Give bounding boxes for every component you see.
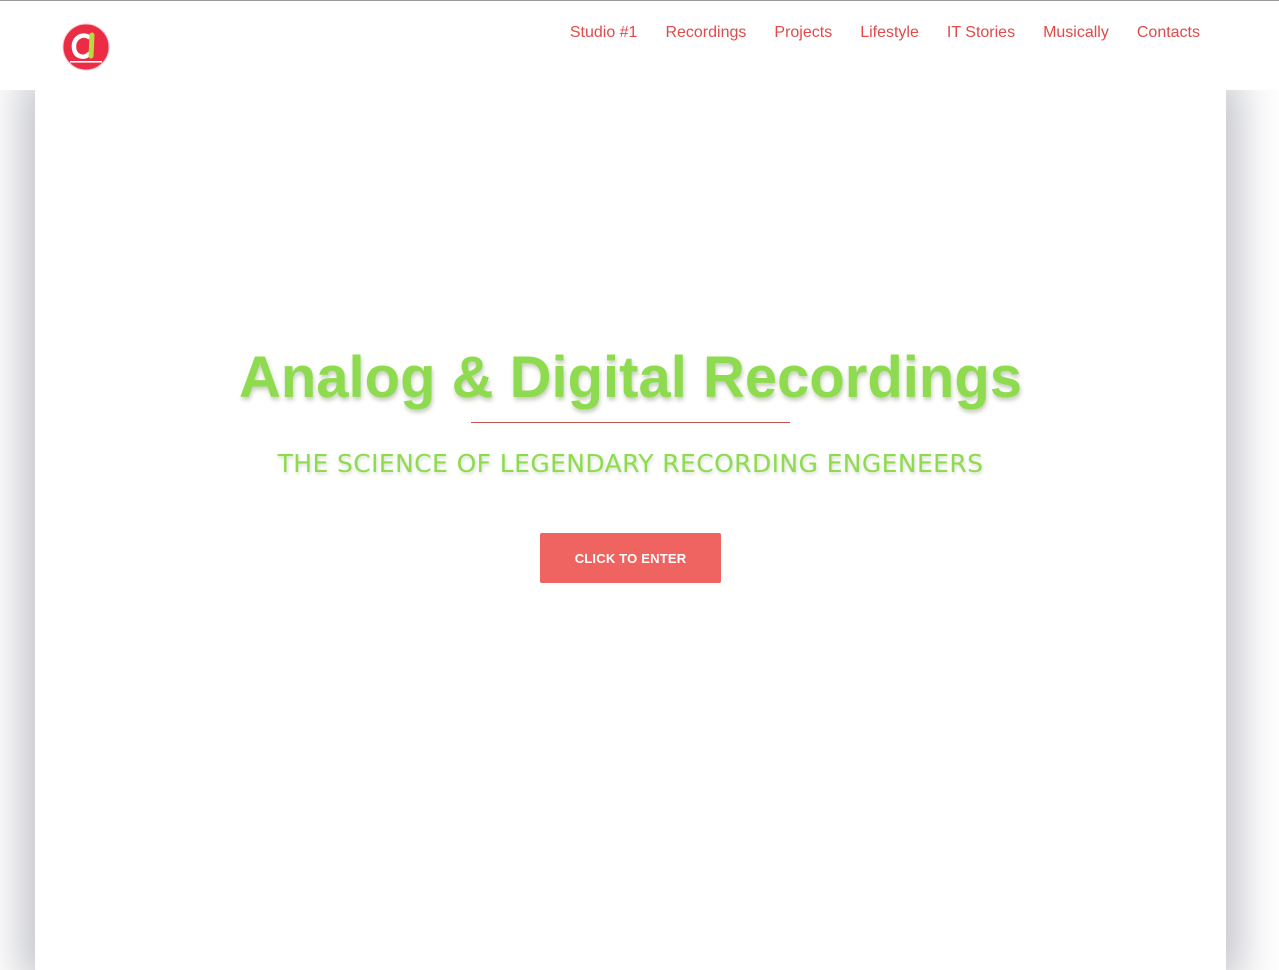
hero-divider: [471, 422, 790, 423]
main-nav: Studio #1 Recordings Projects Lifestyle …: [542, 23, 1200, 43]
ci-monogram-logo-icon: [62, 23, 110, 71]
nav-item-it-stories[interactable]: IT Stories: [947, 23, 1015, 43]
site-logo[interactable]: [62, 23, 110, 71]
nav-item-studio-1[interactable]: Studio #1: [570, 23, 638, 43]
nav-item-recordings[interactable]: Recordings: [665, 23, 746, 43]
nav-item-musically[interactable]: Musically: [1043, 23, 1109, 43]
site-header: Studio #1 Recordings Projects Lifestyle …: [0, 1, 1279, 90]
hero-subtitle: THE SCIENCE OF LEGENDARY RECORDING ENGEN…: [277, 449, 984, 478]
hero-title: Analog & Digital Recordings: [238, 345, 1023, 410]
enter-button[interactable]: CLICK TO ENTER: [540, 533, 721, 583]
nav-item-contacts[interactable]: Contacts: [1137, 23, 1200, 43]
nav-item-projects[interactable]: Projects: [774, 23, 832, 43]
nav-item-lifestyle[interactable]: Lifestyle: [860, 23, 919, 43]
hero-section: Analog & Digital Recordings THE SCIENCE …: [35, 90, 1226, 940]
